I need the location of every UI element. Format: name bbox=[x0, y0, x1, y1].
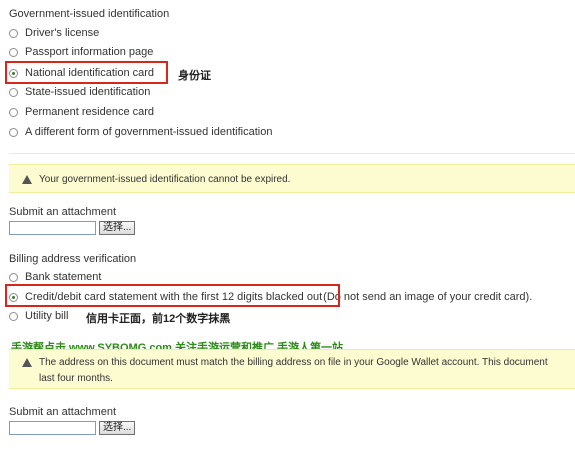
radio-utility-bill[interactable]: Utility bill bbox=[9, 308, 68, 324]
choose-file-button[interactable]: 选择... bbox=[99, 221, 136, 235]
radio-button[interactable] bbox=[9, 87, 18, 97]
gov-id-title: Government-issued identification bbox=[9, 8, 170, 20]
radio-label: State-issued identification bbox=[25, 86, 151, 98]
radio-button[interactable] bbox=[9, 47, 18, 57]
radio-button[interactable] bbox=[9, 272, 18, 282]
warning-icon bbox=[22, 175, 32, 184]
warning-text-line1: The address on this document must match … bbox=[39, 357, 548, 368]
warning-icon bbox=[22, 358, 32, 367]
radio-button[interactable] bbox=[9, 311, 18, 321]
file-path-input[interactable] bbox=[9, 421, 96, 435]
warning-text-line2: last four months. bbox=[39, 373, 113, 384]
radio-button[interactable] bbox=[9, 107, 18, 117]
billing-title: Billing address verification bbox=[9, 253, 137, 265]
radio-label: Passport information page bbox=[25, 46, 154, 58]
warning-text: Your government-issued identification ca… bbox=[39, 174, 291, 185]
highlight-box-card-statement bbox=[5, 284, 340, 307]
radio-drivers-license[interactable]: Driver's license bbox=[9, 25, 99, 41]
attachment-label: Submit an attachment bbox=[9, 206, 117, 218]
annotation-national-id: 身份证 bbox=[178, 70, 211, 82]
radio-button[interactable] bbox=[9, 127, 18, 137]
radio-permanent-residence[interactable]: Permanent residence card bbox=[9, 104, 154, 120]
radio-label: Permanent residence card bbox=[25, 106, 155, 118]
radio-label: Bank statement bbox=[25, 271, 102, 283]
file-path-input[interactable] bbox=[9, 221, 96, 235]
divider bbox=[9, 153, 575, 154]
warning-address-match: The address on this document must match … bbox=[9, 349, 575, 389]
attachment-label: Submit an attachment bbox=[9, 406, 117, 418]
radio-label: Utility bill bbox=[25, 310, 69, 322]
radio-button[interactable] bbox=[9, 28, 18, 38]
choose-file-button[interactable]: 选择... bbox=[99, 421, 136, 435]
radio-label: A different form of government-issued id… bbox=[25, 126, 273, 138]
radio-bank-statement[interactable]: Bank statement bbox=[9, 269, 101, 285]
warning-expired-id: Your government-issued identification ca… bbox=[9, 164, 575, 193]
radio-label: Driver's license bbox=[25, 27, 100, 39]
radio-passport[interactable]: Passport information page bbox=[9, 44, 153, 60]
radio-state-id[interactable]: State-issued identification bbox=[9, 84, 150, 100]
annotation-card-front: 信用卡正面，前12个数字抹黑 bbox=[86, 313, 231, 325]
highlight-box-national-id bbox=[5, 61, 168, 84]
radio-different-form[interactable]: A different form of government-issued id… bbox=[9, 124, 272, 140]
radio-label-note: (Do not send an image of your credit car… bbox=[323, 291, 533, 303]
